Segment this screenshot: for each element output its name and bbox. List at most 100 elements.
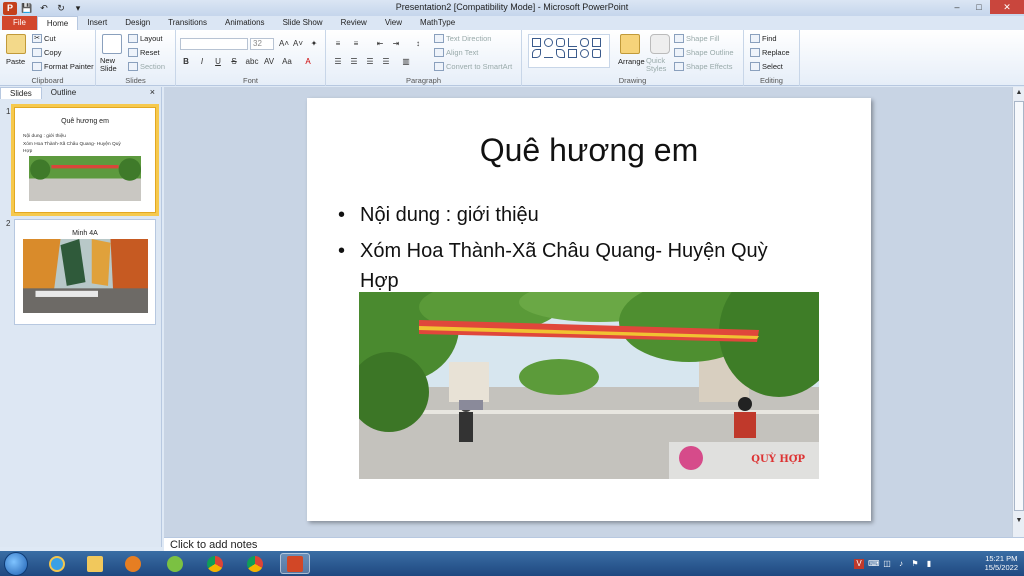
decrease-indent-button[interactable]: ⇤ bbox=[374, 39, 386, 48]
tab-transitions[interactable]: Transitions bbox=[159, 16, 216, 30]
shadow-button[interactable]: abc bbox=[244, 57, 260, 66]
vertical-scrollbar[interactable]: ▲ ▼ bbox=[1012, 87, 1024, 537]
close-button[interactable]: ✕ bbox=[990, 0, 1024, 14]
media-icon[interactable] bbox=[118, 553, 148, 574]
justify-button[interactable]: ☰ bbox=[380, 57, 392, 66]
shape-curve-icon[interactable] bbox=[556, 49, 565, 58]
battery-icon[interactable]: ▮ bbox=[924, 559, 934, 569]
italic-button[interactable]: I bbox=[196, 57, 208, 66]
thumbnail-frame[interactable]: Minh 4A bbox=[14, 219, 156, 325]
shape-outline-button[interactable]: Shape Outline bbox=[674, 48, 734, 57]
shrink-font-button[interactable]: A˅ bbox=[292, 39, 304, 48]
change-case-button[interactable]: Aa bbox=[280, 57, 294, 66]
select-button[interactable]: Select bbox=[750, 62, 783, 71]
flag-icon[interactable]: ⚑ bbox=[910, 559, 920, 569]
tab-home[interactable]: Home bbox=[36, 16, 79, 30]
tab-slides[interactable]: Slides bbox=[0, 87, 42, 99]
ie-icon[interactable] bbox=[42, 553, 72, 574]
bullet-item[interactable]: • Xóm Hoa Thành-Xã Châu Quang- Huyện Quỳ… bbox=[338, 236, 810, 296]
minimize-button[interactable]: – bbox=[946, 0, 968, 14]
align-text-button[interactable]: Align Text bbox=[434, 48, 478, 57]
tab-mathtype[interactable]: MathType bbox=[411, 16, 464, 30]
shape-rounded-rect-icon[interactable] bbox=[556, 38, 565, 47]
section-button[interactable]: Section bbox=[128, 62, 165, 71]
shape-block-arrow-icon[interactable] bbox=[568, 49, 577, 58]
copy-button[interactable]: Copy bbox=[32, 48, 62, 57]
quick-styles-button[interactable]: Quick Styles bbox=[646, 57, 670, 73]
paste-icon[interactable] bbox=[6, 34, 26, 54]
maximize-button[interactable]: □ bbox=[968, 0, 990, 14]
strikethrough-button[interactable]: S bbox=[228, 57, 240, 66]
format-painter-button[interactable]: Format Painter bbox=[32, 62, 94, 71]
char-spacing-button[interactable]: AV bbox=[262, 57, 276, 66]
font-color-button[interactable]: A bbox=[302, 57, 314, 66]
quick-styles-icon[interactable] bbox=[650, 34, 670, 54]
tab-slide-show[interactable]: Slide Show bbox=[274, 16, 332, 30]
shape-arrow-icon[interactable] bbox=[592, 38, 601, 47]
keyboard-icon[interactable]: ⌨ bbox=[868, 559, 880, 569]
shape-oval-icon[interactable] bbox=[544, 38, 553, 47]
scroll-up-icon[interactable]: ▲ bbox=[1014, 89, 1024, 99]
arrange-button[interactable]: Arrange bbox=[618, 57, 645, 66]
folder-icon[interactable] bbox=[80, 553, 110, 574]
tab-design[interactable]: Design bbox=[116, 16, 159, 30]
scroll-thumb[interactable] bbox=[1014, 101, 1024, 511]
align-center-button[interactable]: ☰ bbox=[348, 57, 360, 66]
numbering-button[interactable]: ≡ bbox=[350, 39, 362, 48]
tab-view[interactable]: View bbox=[376, 16, 411, 30]
line-spacing-button[interactable]: ↕ bbox=[412, 39, 424, 48]
shape-connector-icon[interactable] bbox=[568, 38, 577, 47]
cut-button[interactable]: ✂ Cut bbox=[32, 34, 56, 43]
v-tray-icon[interactable]: V bbox=[854, 558, 864, 569]
scroll-down-icon[interactable]: ▼ bbox=[1014, 517, 1024, 527]
network-icon[interactable]: ◫ bbox=[882, 559, 892, 569]
close-pane-icon[interactable]: × bbox=[150, 87, 155, 97]
street-photo[interactable]: QUỲ HỢP bbox=[359, 292, 819, 479]
text-direction-button[interactable]: Text Direction bbox=[434, 34, 491, 43]
paste-button[interactable]: Paste bbox=[6, 57, 25, 66]
shape-line-icon[interactable] bbox=[544, 49, 553, 58]
find-button[interactable]: Find bbox=[750, 34, 777, 43]
shape-effects-button[interactable]: Shape Effects bbox=[674, 62, 733, 71]
notes-pane[interactable]: Click to add notes bbox=[164, 537, 1024, 551]
tab-review[interactable]: Review bbox=[332, 16, 376, 30]
convert-smartart-button[interactable]: Convert to SmartArt bbox=[434, 62, 512, 71]
slide-canvas[interactable]: Quê hương em • Nội dung : giới thiệu • X… bbox=[307, 98, 871, 521]
replace-button[interactable]: Replace bbox=[750, 48, 790, 57]
shape-rect-icon[interactable] bbox=[532, 38, 541, 47]
new-slide-button[interactable]: New Slide bbox=[100, 57, 128, 73]
thumbnail-frame[interactable]: Quê hương em Nội dung : giới thiệu Xóm H… bbox=[11, 104, 159, 216]
layout-button[interactable]: Layout bbox=[128, 34, 163, 43]
shape-frame-icon[interactable] bbox=[580, 38, 589, 47]
shape-callout-icon[interactable] bbox=[592, 49, 601, 58]
slide-title[interactable]: Quê hương em bbox=[307, 132, 871, 169]
grow-font-button[interactable]: A˄ bbox=[278, 39, 290, 48]
bullet-item[interactable]: • Nội dung : giới thiệu bbox=[338, 200, 810, 230]
start-button[interactable] bbox=[4, 552, 28, 576]
align-left-button[interactable]: ☰ bbox=[332, 57, 344, 66]
tab-outline[interactable]: Outline bbox=[42, 87, 85, 99]
green-app-icon[interactable] bbox=[160, 553, 190, 574]
chrome-profile-icon[interactable] bbox=[240, 553, 270, 574]
volume-icon[interactable]: ♪ bbox=[896, 559, 906, 569]
bold-button[interactable]: B bbox=[180, 57, 192, 66]
font-size-combo[interactable]: 32 bbox=[250, 38, 274, 50]
notes-placeholder[interactable]: Click to add notes bbox=[170, 539, 257, 551]
tab-animations[interactable]: Animations bbox=[216, 16, 274, 30]
tab-insert[interactable]: Insert bbox=[78, 16, 116, 30]
shape-fill-button[interactable]: Shape Fill bbox=[674, 34, 719, 43]
shape-triangle-icon[interactable] bbox=[532, 49, 541, 58]
font-name-combo[interactable] bbox=[180, 38, 248, 50]
bullets-button[interactable]: ≡ bbox=[332, 39, 344, 48]
underline-button[interactable]: U bbox=[212, 57, 224, 66]
shapes-gallery[interactable] bbox=[528, 34, 610, 68]
tab-file[interactable]: File bbox=[2, 16, 37, 30]
powerpoint-icon[interactable] bbox=[280, 553, 310, 574]
increase-indent-button[interactable]: ⇥ bbox=[390, 39, 402, 48]
align-right-button[interactable]: ☰ bbox=[364, 57, 376, 66]
new-slide-icon[interactable] bbox=[102, 34, 122, 54]
shape-circle-icon[interactable] bbox=[580, 49, 589, 58]
reset-button[interactable]: Reset bbox=[128, 48, 160, 57]
clock[interactable]: 15:21 PM 15/5/2022 bbox=[985, 554, 1018, 572]
chrome-icon[interactable] bbox=[200, 553, 230, 574]
